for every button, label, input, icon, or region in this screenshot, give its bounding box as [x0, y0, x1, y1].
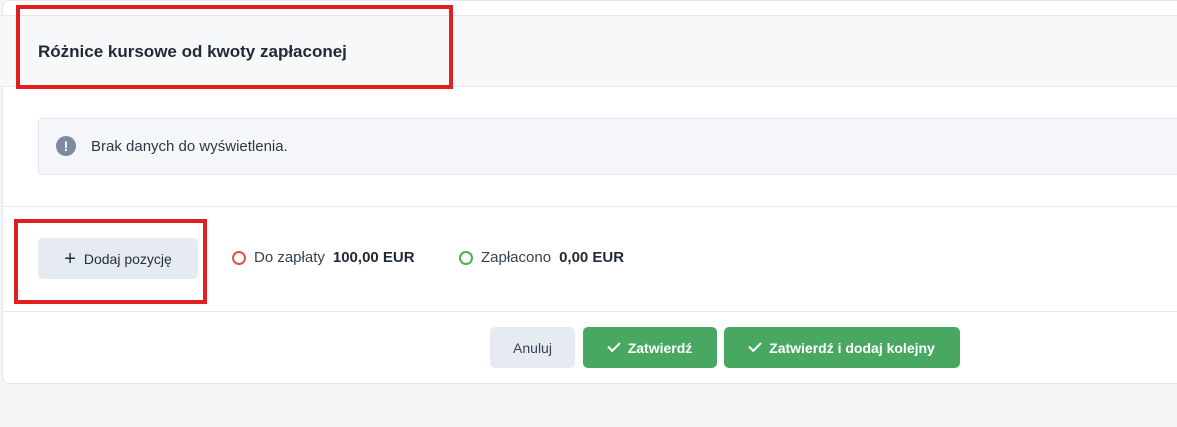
paid-status-dot-icon — [459, 250, 473, 265]
divider — [2, 206, 1177, 207]
amount-paid-value: 0,00 EUR — [559, 249, 625, 266]
confirm-and-add-next-button[interactable]: Zatwierdź i dodaj kolejny — [724, 327, 960, 368]
due-status-dot-icon — [232, 250, 246, 265]
checkmark-icon — [748, 338, 762, 353]
highlight-frame-add-button — [14, 219, 207, 304]
empty-state-alert: ! Brak danych do wyświetlenia. — [38, 118, 1177, 175]
cancel-button[interactable]: Anuluj — [490, 327, 575, 368]
highlight-frame-section-title — [16, 5, 453, 89]
confirm-button[interactable]: Zatwierdź — [583, 327, 717, 368]
amount-paid-indicator: Zapłacono 0,00 EUR — [459, 249, 624, 266]
amount-due-value: 100,00 EUR — [332, 249, 415, 266]
confirm-and-add-next-label: Zatwierdź i dodaj kolejny — [769, 339, 935, 356]
confirm-label: Zatwierdź — [627, 339, 693, 356]
exclamation-icon: ! — [56, 136, 76, 156]
amount-paid-label: Zapłacono — [481, 249, 552, 266]
empty-state-message: Brak danych do wyświetlenia. — [91, 138, 288, 155]
divider — [2, 311, 1177, 312]
checkmark-icon — [606, 338, 621, 353]
amount-due-indicator: Do zapłaty 100,00 EUR — [232, 249, 415, 266]
amount-due-label: Do zapłaty — [254, 249, 325, 266]
